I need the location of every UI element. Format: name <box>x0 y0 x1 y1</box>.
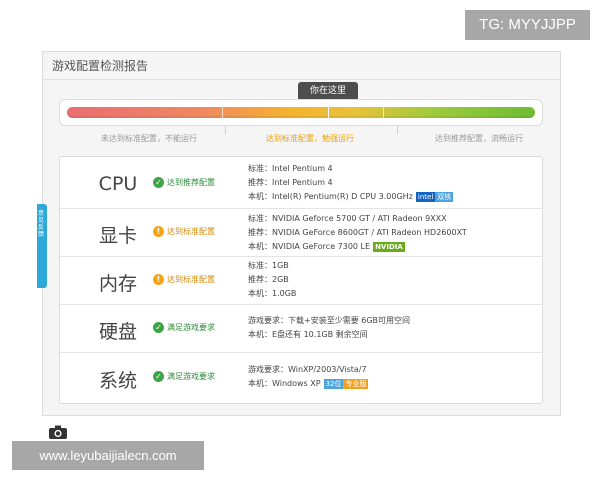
performance-gauge <box>59 99 543 126</box>
intel-badge: intel <box>415 191 436 202</box>
camera-icon[interactable] <box>49 425 67 439</box>
spec-table: CPU ✓ 达到推荐配置 标准：Intel Pentium 4 推荐：Intel … <box>59 156 543 404</box>
watermark-top: TG: MYYJJPP <box>465 10 590 40</box>
table-row-gpu: 显卡 ! 达到标准配置 标准：NVIDIA Geforce 5700 GT / A… <box>60 209 542 256</box>
spec-details: 标准：1GB 推荐：2GB 本机：1.0GB <box>248 259 296 301</box>
spec-line: 本机：NVIDIA GeForce 7300 LE NVIDIA <box>248 241 405 252</box>
dual-core-badge: 双核 <box>435 191 454 202</box>
category-label: 显卡 <box>98 225 137 247</box>
check-icon: ✓ <box>153 177 164 188</box>
spec-line: 本机：E盘还有 10.1GB 剩余空间 <box>248 330 368 339</box>
status-badge: ! 达到标准配置 <box>153 226 215 238</box>
spec-details: 标准：Intel Pentium 4 推荐：Intel Pentium 4 本机… <box>248 162 454 204</box>
spec-details: 游戏要求：WinXP/2003/Vista/7 本机：Windows XP 32位… <box>248 363 369 391</box>
warning-icon: ! <box>153 226 164 237</box>
feedback-tab-label: 意见反馈 <box>38 210 45 238</box>
title-divider <box>43 79 560 80</box>
spec-line: 本机：1.0GB <box>248 289 297 298</box>
category-label: 内存 <box>98 273 137 295</box>
pro-edition-badge: 专业版 <box>343 378 369 389</box>
gauge-bar <box>67 107 535 118</box>
spec-line: 本机：Intel(R) Pentium(R) D CPU 3.00GHz inte… <box>248 191 454 202</box>
gauge-position-line <box>328 104 329 118</box>
spec-details: 游戏要求：下载+安装至少需要 6GB可用空间 本机：E盘还有 10.1GB 剩余… <box>248 314 410 342</box>
panel-title: 游戏配置检测报告 <box>52 59 149 73</box>
nvidia-badge: NVIDIA <box>373 241 405 252</box>
category-label: 系统 <box>98 370 137 392</box>
watermark-bottom: www.leyubaijialecn.com <box>12 441 204 470</box>
feedback-side-tab[interactable]: 意见反馈 <box>37 204 47 288</box>
check-icon: ✓ <box>153 371 164 382</box>
table-row-disk: 硬盘 ✓ 满足游戏要求 游戏要求：下载+安装至少需要 6GB可用空间 本机：E盘还… <box>60 305 542 352</box>
status-badge: ✓ 满足游戏要求 <box>153 322 215 334</box>
status-badge: ! 达到标准配置 <box>153 274 215 286</box>
category-label: CPU <box>98 173 138 195</box>
category-label: 硬盘 <box>98 321 137 343</box>
gauge-tick <box>383 107 384 118</box>
table-row-cpu: CPU ✓ 达到推荐配置 标准：Intel Pentium 4 推荐：Intel … <box>60 157 542 208</box>
check-icon: ✓ <box>153 322 164 333</box>
spec-line: 推荐：NVIDIA GeForce 8600GT / ATI Radeon HD… <box>248 228 467 237</box>
level-label-standard: 达到标准配置，勉强运行 <box>266 134 354 143</box>
spec-line: 推荐：Intel Pentium 4 <box>248 178 333 187</box>
table-row-os: 系统 ✓ 满足游戏要求 游戏要求：WinXP/2003/Vista/7 本机：Wi… <box>60 353 542 403</box>
level-label-below-standard: 未达到标准配置，不能运行 <box>101 134 197 143</box>
level-divider <box>225 126 226 134</box>
spec-line: 游戏要求：下载+安装至少需要 6GB可用空间 <box>248 316 411 325</box>
status-badge: ✓ 达到推荐配置 <box>153 177 215 189</box>
spec-line: 标准：Intel Pentium 4 <box>248 164 333 173</box>
spec-line: 本机：Windows XP 32位 专业版 <box>248 378 369 389</box>
warning-icon: ! <box>153 274 164 285</box>
spec-line: 标准：NVIDIA Geforce 5700 GT / ATI Radeon 9… <box>248 214 447 223</box>
level-divider <box>397 126 398 134</box>
spec-line: 标准：1GB <box>248 261 289 270</box>
status-badge: ✓ 满足游戏要求 <box>153 371 215 383</box>
spec-details: 标准：NVIDIA Geforce 5700 GT / ATI Radeon 9… <box>248 212 467 254</box>
level-label-recommended: 达到推荐配置，流畅运行 <box>435 134 523 143</box>
32bit-badge: 32位 <box>323 378 344 389</box>
spec-line: 推荐：2GB <box>248 275 289 284</box>
spec-line: 游戏要求：WinXP/2003/Vista/7 <box>248 365 367 374</box>
table-row-memory: 内存 ! 达到标准配置 标准：1GB 推荐：2GB 本机：1.0GB <box>60 257 542 304</box>
gauge-tick <box>222 107 223 118</box>
